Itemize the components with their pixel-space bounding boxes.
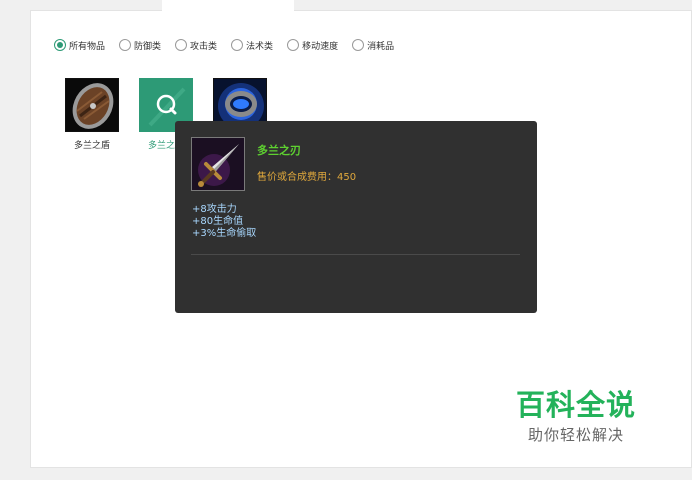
radio-icon[interactable]	[119, 39, 132, 51]
filter-defense[interactable]: 防御类	[119, 39, 161, 52]
watermark: 百科全说 助你轻松解决	[516, 388, 636, 445]
filter-label: 攻击类	[190, 41, 218, 52]
stat-line: +3%生命偷取	[192, 228, 257, 239]
watermark-title: 百科全说	[516, 388, 637, 422]
stat-line: +80生命值	[192, 216, 244, 227]
filter-all[interactable]: 所有物品	[54, 39, 105, 52]
filter-label: 法术类	[246, 41, 274, 52]
radio-icon[interactable]	[175, 39, 188, 51]
filter-movement[interactable]: 移动速度	[287, 39, 338, 52]
radio-checked-icon[interactable]	[54, 39, 66, 51]
filter-label: 所有物品	[69, 41, 106, 52]
filter-magic[interactable]: 法术类	[231, 39, 273, 52]
radio-icon[interactable]	[287, 39, 300, 51]
filter-attack[interactable]: 攻击类	[175, 39, 217, 52]
filter-label: 防御类	[134, 41, 162, 52]
tooltip-item-name: 多兰之刃	[257, 144, 301, 157]
item-tooltip: 多兰之刃 售价或合成费用：450 +8攻击力 +80生命值 +3%生命偷取	[175, 121, 537, 313]
tooltip-divider	[191, 254, 520, 255]
item-label: 多兰之盾	[73, 141, 110, 151]
tooltip-price: 售价或合成费用：450	[257, 172, 357, 183]
item-dorans-shield[interactable]: 多兰之盾	[64, 78, 120, 154]
sword-icon	[191, 137, 245, 191]
filter-label: 移动速度	[302, 41, 339, 52]
category-filter: 所有物品 防御类 攻击类 法术类 移动速度 消耗品	[54, 37, 408, 53]
radio-icon[interactable]	[231, 39, 244, 51]
filter-consumable[interactable]: 消耗品	[352, 39, 394, 52]
filter-label: 消耗品	[367, 41, 395, 52]
radio-icon[interactable]	[352, 39, 365, 51]
shield-icon[interactable]	[65, 78, 119, 132]
stat-line: +8攻击力	[192, 204, 237, 215]
tooltip-stats: +8攻击力 +80生命值 +3%生命偷取	[192, 204, 256, 240]
top-tab[interactable]	[162, 0, 294, 11]
watermark-subtitle: 助你轻松解决	[528, 426, 625, 444]
